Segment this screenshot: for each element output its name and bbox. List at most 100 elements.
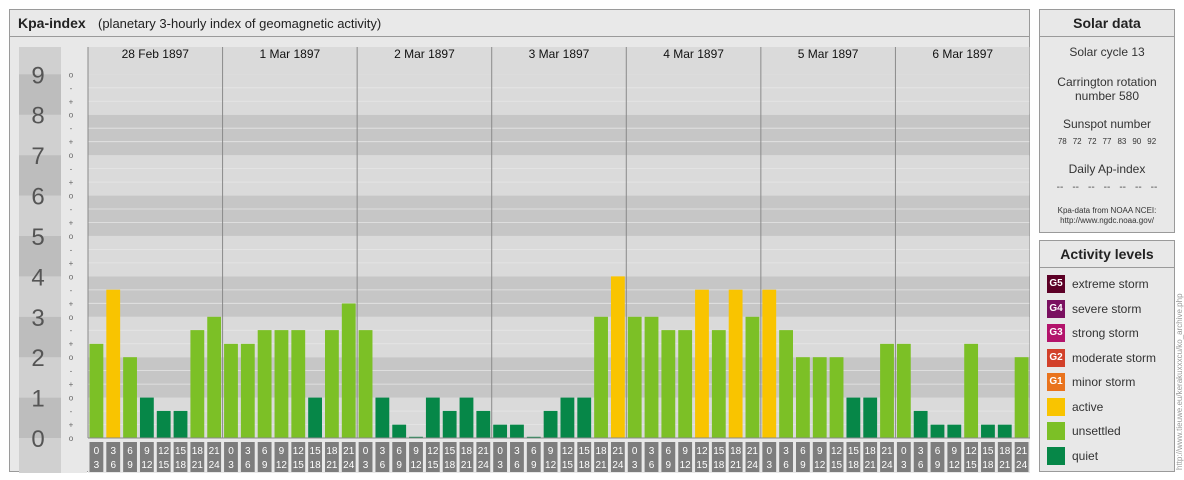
kp-bar bbox=[812, 357, 827, 438]
data-source-link[interactable]: http://www.ngdc.noaa.gov/ bbox=[1040, 216, 1174, 225]
y-subtick-label: - bbox=[70, 84, 73, 93]
kp-bar bbox=[308, 397, 322, 438]
hour-end-label: 21 bbox=[595, 460, 607, 471]
kp-bar bbox=[779, 330, 793, 438]
hour-start-label: 9 bbox=[682, 446, 688, 457]
activity-levels-panel: Activity levels G5 extreme storm G4 severe … bbox=[1039, 240, 1175, 472]
legend-item-unsettled: unsettled bbox=[1047, 421, 1121, 441]
ap-index-label: Daily Ap-index bbox=[1068, 162, 1146, 176]
legend-swatch: G1 bbox=[1047, 373, 1065, 391]
hour-end-label: 3 bbox=[632, 460, 638, 471]
grid-band bbox=[88, 276, 1030, 317]
grid-band bbox=[88, 155, 1030, 196]
kp-bar bbox=[543, 410, 558, 438]
legend-label: unsettled bbox=[1072, 424, 1121, 438]
y-tick-label: 9 bbox=[31, 62, 44, 89]
sunspot-value: 72 bbox=[1087, 137, 1097, 146]
y-subtick-label: + bbox=[69, 299, 74, 308]
kp-bar bbox=[156, 410, 171, 438]
hour-end-label: 6 bbox=[918, 460, 924, 471]
hour-start-label: 6 bbox=[396, 446, 402, 457]
legend-item-extreme-storm: G5 extreme storm bbox=[1047, 274, 1149, 294]
kp-bar bbox=[358, 330, 373, 438]
kp-bar bbox=[880, 343, 894, 438]
hour-start-label: 0 bbox=[632, 446, 638, 457]
day-label: 6 Mar 1897 bbox=[932, 47, 993, 61]
hour-start-label: 0 bbox=[94, 446, 100, 457]
hour-end-label: 3 bbox=[228, 460, 234, 471]
hour-end-label: 9 bbox=[262, 460, 268, 471]
y-subtick-label: - bbox=[70, 286, 73, 295]
hour-start-label: 12 bbox=[831, 446, 843, 457]
hour-start-label: 15 bbox=[982, 446, 994, 457]
hour-end-label: 6 bbox=[380, 460, 386, 471]
hour-start-label: 6 bbox=[531, 446, 537, 457]
y-subtick-label: + bbox=[69, 421, 74, 430]
hour-end-label: 24 bbox=[747, 460, 759, 471]
kp-bar bbox=[425, 397, 440, 438]
hour-end-label: 24 bbox=[478, 460, 490, 471]
y-subtick-label: + bbox=[69, 97, 74, 106]
legend-swatch bbox=[1047, 422, 1065, 440]
sunspot-value: 92 bbox=[1147, 137, 1157, 146]
y-subtick-label: - bbox=[70, 245, 73, 254]
hour-start-label: 6 bbox=[127, 446, 133, 457]
hour-start-label: 6 bbox=[800, 446, 806, 457]
hour-start-label: 18 bbox=[326, 446, 338, 457]
kp-bar bbox=[896, 343, 911, 438]
y-tick-label: 4 bbox=[31, 264, 44, 291]
kp-bar bbox=[493, 424, 508, 438]
kp-bar bbox=[610, 276, 625, 438]
solar-data-panel: Solar data Solar cycle 13 Carrington rot… bbox=[1039, 9, 1175, 233]
legend-item-quiet: quiet bbox=[1047, 446, 1098, 466]
kp-bar bbox=[560, 397, 575, 438]
ap-value: -- bbox=[1087, 182, 1095, 193]
legend-item-active: active bbox=[1047, 397, 1103, 417]
day-label: 1 Mar 1897 bbox=[260, 47, 321, 61]
hour-end-label: 24 bbox=[612, 460, 624, 471]
kp-bar bbox=[627, 316, 642, 438]
hour-start-label: 3 bbox=[110, 446, 116, 457]
kp-bar bbox=[476, 410, 491, 438]
day-label: 2 Mar 1897 bbox=[394, 47, 455, 61]
sunspot-label: Sunspot number bbox=[1062, 117, 1152, 131]
solar-data-title: Solar data bbox=[1040, 10, 1174, 37]
hour-end-label: 12 bbox=[276, 460, 288, 471]
hour-end-label: 3 bbox=[94, 460, 100, 471]
sunspot-value: 77 bbox=[1102, 137, 1112, 146]
hour-start-label: 21 bbox=[478, 446, 490, 457]
hour-end-label: 15 bbox=[696, 460, 708, 471]
kp-bar bbox=[661, 330, 676, 438]
day-label: 5 Mar 1897 bbox=[798, 47, 859, 61]
hour-start-label: 6 bbox=[262, 446, 268, 457]
legend-swatch: G5 bbox=[1047, 275, 1065, 293]
solar-cycle: Solar cycle 13 bbox=[1069, 45, 1145, 59]
kp-bar bbox=[123, 357, 137, 438]
y-subtick-label: - bbox=[70, 326, 73, 335]
hour-start-label: 9 bbox=[279, 446, 285, 457]
hour-end-label: 15 bbox=[562, 460, 574, 471]
carrington-rotation-label: Carrington rotation bbox=[1057, 75, 1157, 89]
kp-bar bbox=[89, 343, 104, 438]
grid-band bbox=[88, 74, 1030, 115]
sunspot-value: 83 bbox=[1117, 137, 1127, 146]
kp-bar bbox=[274, 330, 289, 438]
hour-end-label: 15 bbox=[427, 460, 439, 471]
sunspot-values: 78 72 72 77 83 90 92 bbox=[1040, 137, 1174, 146]
hour-end-label: 6 bbox=[783, 460, 789, 471]
hour-end-label: 18 bbox=[175, 460, 187, 471]
hour-end-label: 3 bbox=[363, 460, 369, 471]
kp-bar bbox=[510, 424, 524, 438]
kp-bar bbox=[644, 316, 659, 438]
hour-end-label: 15 bbox=[966, 460, 978, 471]
hour-start-label: 3 bbox=[918, 446, 924, 457]
hour-start-label: 15 bbox=[310, 446, 322, 457]
ap-value: -- bbox=[1072, 182, 1079, 193]
sunspot-value: 90 bbox=[1132, 137, 1142, 146]
hour-end-label: 3 bbox=[766, 460, 772, 471]
kp-bar bbox=[341, 303, 356, 438]
hour-end-label: 12 bbox=[410, 460, 422, 471]
hour-start-label: 9 bbox=[548, 446, 554, 457]
legend-item-minor-storm: G1 minor storm bbox=[1047, 372, 1135, 392]
day-label: 28 Feb 1897 bbox=[122, 47, 190, 61]
